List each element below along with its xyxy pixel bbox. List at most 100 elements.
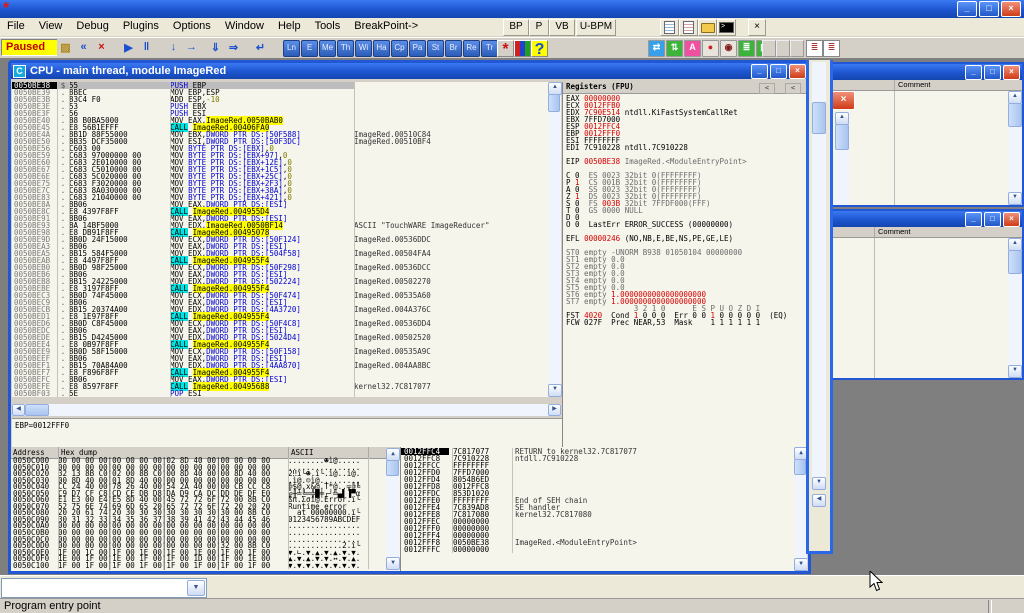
window-button-ha[interactable]: Ha <box>373 40 390 57</box>
scroll-down-icon[interactable]: ▼ <box>1008 192 1022 205</box>
maximize-button[interactable]: □ <box>984 65 1001 80</box>
disasm-row[interactable]: 0050BE3B.83C4 F0ADD ESP,-10 <box>12 96 549 103</box>
ubpm-button[interactable]: U-BPM <box>576 19 616 36</box>
step-over-icon[interactable]: → <box>183 38 200 56</box>
ascii-table-icon[interactable]: A <box>684 40 701 57</box>
window-button-st[interactable]: St <box>427 40 444 57</box>
menu-item-window[interactable]: Window <box>218 18 271 32</box>
scroll-down-icon[interactable]: ▼ <box>812 477 826 490</box>
scroll-left-icon[interactable]: ◀ <box>812 494 826 507</box>
scroll-thumb[interactable] <box>386 460 399 476</box>
pause-icon[interactable]: ‖ <box>138 38 155 56</box>
close-icon[interactable]: × <box>832 91 855 110</box>
restart-icon[interactable]: « <box>75 38 92 56</box>
menu-item-help[interactable]: Help <box>271 18 308 32</box>
toolbar-close-button[interactable]: × <box>748 19 766 36</box>
register-line[interactable]: EIP 0050BE38 ImageRed.<ModuleEntryPoint> <box>563 158 807 165</box>
registers-mode-button[interactable]: < <box>759 83 775 94</box>
options-gear-button[interactable]: * <box>497 40 514 57</box>
detail-list-button[interactable]: ≣ <box>823 40 840 57</box>
stack-row[interactable]: 0012FFFC00000000 <box>401 546 794 553</box>
menu-item-file[interactable]: File <box>0 18 32 32</box>
scroll-thumb[interactable] <box>1008 103 1022 127</box>
console-icon[interactable]: > <box>717 19 736 36</box>
scroll-down-icon[interactable]: ▼ <box>386 557 400 570</box>
scrollbar[interactable]: ▲ ▼ <box>1008 238 1022 378</box>
comment-window-2[interactable]: _ □ × Comment ▲ ▼ <box>812 209 1024 380</box>
animate-into-icon[interactable]: ⇓ <box>207 38 224 56</box>
window-button-re[interactable]: Re <box>463 40 480 57</box>
step-into-icon[interactable]: ↓ <box>165 38 182 56</box>
window-button-wi[interactable]: Wi <box>355 40 372 57</box>
disasm-row[interactable]: 0050BE38$55PUSH EBP <box>12 82 549 89</box>
breakpoint-dot-icon[interactable]: ● <box>702 40 719 57</box>
scroll-left-icon[interactable]: ◀ <box>12 404 25 416</box>
folder-icon[interactable] <box>698 19 717 36</box>
dump-vscrollbar[interactable]: ▲ ▼ <box>386 448 399 570</box>
menu-item-plugins[interactable]: Plugins <box>116 18 166 32</box>
disasm-row[interactable]: 0050BE3E.53PUSH EBX <box>12 103 549 110</box>
comment-window-2-titlebar[interactable]: _ □ × <box>814 211 1022 227</box>
register-line[interactable]: T 0 GS 0000 NULL <box>563 207 807 214</box>
menu-item-view[interactable]: View <box>32 18 70 32</box>
window-button-ln[interactable]: Ln <box>283 40 300 57</box>
list-button[interactable]: ≣ <box>806 40 823 57</box>
dump-row[interactable]: 0050C1001F 00 1F 00|1F 00 1F 00|1F 00 1F… <box>11 563 386 570</box>
window-button-tr[interactable]: Tr <box>481 40 498 57</box>
disassembly-pane[interactable]: 0050BE38$55PUSH EBP0050BE39.8BECMOV EBP,… <box>12 82 549 397</box>
scroll-thumb[interactable] <box>794 459 806 475</box>
update-icon[interactable]: ⇅ <box>666 40 683 57</box>
scroll-thumb[interactable] <box>835 124 849 150</box>
vb-button[interactable]: VB <box>549 19 575 36</box>
register-line[interactable]: EFL 00000246 (NO,NB,E,BE,NS,PE,GE,LE) <box>563 235 807 242</box>
window-button-br[interactable]: Br <box>445 40 462 57</box>
scroll-down-icon[interactable]: ▼ <box>548 384 562 397</box>
appearance-button[interactable] <box>514 40 531 57</box>
open-file-icon[interactable]: ▨ <box>57 38 74 56</box>
stack-pane[interactable]: 0012FFC47C817077RETURN to kernel32.7C817… <box>400 447 807 571</box>
scroll-thumb[interactable] <box>812 102 826 134</box>
help-button[interactable]: ? <box>531 40 548 57</box>
menu-item-tools[interactable]: Tools <box>308 18 348 32</box>
disasm-row[interactable]: 0050BEFE.E8 8597F8FFCALL ImageRed.004956… <box>12 383 549 390</box>
window-button-pa[interactable]: Pa <box>409 40 426 57</box>
scroll-thumb[interactable] <box>1008 250 1022 274</box>
command-input[interactable]: ▼ <box>1 578 207 598</box>
p-button[interactable]: P <box>529 19 549 36</box>
spiral-icon[interactable]: ◉ <box>720 40 737 57</box>
close-button[interactable]: × <box>1001 1 1021 17</box>
resize-grip[interactable] <box>813 508 825 520</box>
comment-window-1-titlebar[interactable]: _ □ × <box>828 64 1022 80</box>
main-titlebar[interactable]: * _ □ × <box>0 0 1024 18</box>
log-paper-icon[interactable] <box>660 19 679 36</box>
window-button-e[interactable]: E <box>301 40 318 57</box>
scrollbar[interactable]: ▲ <box>835 112 849 205</box>
disasm-row[interactable]: 0050BF03.5EPOP ESI <box>12 390 549 397</box>
cpu-titlebar[interactable]: C CPU - main thread, module ImageRed _ □… <box>11 63 808 79</box>
close-icon[interactable]: × <box>1003 212 1020 227</box>
window-button-me[interactable]: Me <box>319 40 336 57</box>
scroll-down-icon[interactable]: ▼ <box>1008 365 1022 378</box>
maximize-button[interactable]: □ <box>984 212 1001 227</box>
run-icon[interactable]: ▶ <box>120 38 137 56</box>
scroll-thumb[interactable] <box>25 404 49 416</box>
trace-log-icon[interactable]: ≣ <box>738 40 755 57</box>
dropdown-icon[interactable]: ▼ <box>187 580 205 596</box>
minimize-button[interactable]: _ <box>957 1 977 17</box>
close-icon[interactable]: × <box>1003 65 1020 80</box>
registers-mode-button-2[interactable]: < <box>785 83 801 94</box>
menu-item-debug[interactable]: Debug <box>69 18 115 32</box>
minimize-button[interactable]: _ <box>965 212 982 227</box>
maximize-button[interactable]: □ <box>979 1 999 17</box>
scroll-thumb[interactable] <box>548 94 560 112</box>
scroll-down-icon[interactable]: ▼ <box>794 558 807 571</box>
register-line[interactable]: O 0 LastErr ERROR_SUCCESS (00000000) <box>563 221 807 228</box>
maximize-button[interactable]: □ <box>770 64 787 79</box>
bp-button[interactable]: BP <box>503 19 529 36</box>
disassembly-vscrollbar[interactable]: ▲ ▼ <box>549 82 561 397</box>
dump-pane[interactable]: Address Hex dump ASCII 0050C00000 00 00 … <box>11 447 400 571</box>
scrollbar[interactable]: ▼ <box>812 62 826 490</box>
animate-over-icon[interactable]: ⇒ <box>225 38 242 56</box>
window-button-th[interactable]: Th <box>337 40 354 57</box>
close-program-icon[interactable]: × <box>93 38 110 56</box>
